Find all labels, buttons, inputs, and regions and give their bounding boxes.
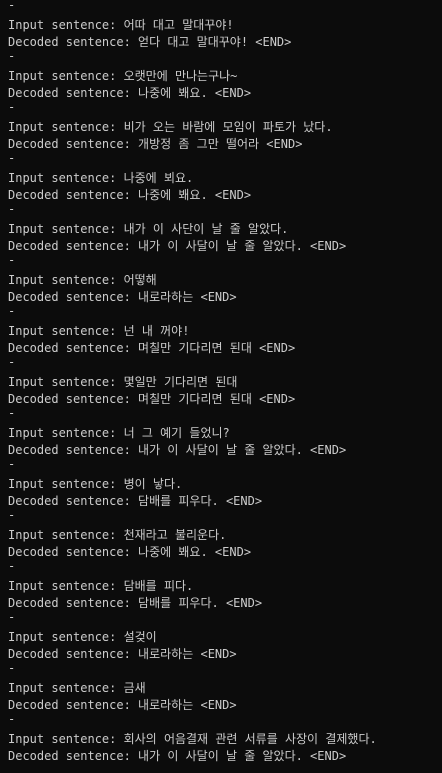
input-sentence-line: Input sentence: 담배를 피다. bbox=[8, 579, 194, 593]
input-sentence-line: Input sentence: 비가 오는 바람에 모임이 파토가 났다. bbox=[8, 120, 333, 134]
separator-line: - bbox=[8, 0, 16, 12]
decoded-sentence-line: Decoded sentence: 내로라하는 <END> bbox=[8, 647, 237, 661]
decoded-sentence-line: Decoded sentence: 담배를 피우다. <END> bbox=[8, 596, 263, 610]
terminal-output[interactable]: - Input sentence: 어따 대고 말대꾸야! Decoded sent… bbox=[0, 0, 442, 773]
separator-line: - bbox=[8, 253, 16, 267]
decoded-sentence-line: Decoded sentence: 얻다 대고 말대꾸야! <END> bbox=[8, 35, 292, 49]
input-sentence-line: Input sentence: 나중에 뵈요. bbox=[8, 171, 194, 185]
decoded-sentence-line: Decoded sentence: 내가 이 사달이 날 줄 알았다. <END… bbox=[8, 239, 347, 253]
separator-line: - bbox=[8, 49, 16, 63]
decoded-sentence-line: Decoded sentence: 며칠만 기다리면 된대 <END> bbox=[8, 392, 296, 406]
decoded-sentence-line: Decoded sentence: 내로라하는 <END> bbox=[8, 290, 237, 304]
separator-line: - bbox=[8, 100, 16, 114]
decoded-sentence-line: Decoded sentence: 내로라하는 <END> bbox=[8, 698, 237, 712]
input-sentence-line: Input sentence: 어따 대고 말대꾸야! bbox=[8, 18, 234, 32]
separator-line: - bbox=[8, 661, 16, 675]
input-sentence-line: Input sentence: 병이 낳다. bbox=[8, 477, 183, 491]
separator-line: - bbox=[8, 508, 16, 522]
separator-line: - bbox=[8, 406, 16, 420]
input-sentence-line: Input sentence: 넌 내 꺼야! bbox=[8, 324, 190, 338]
separator-line: - bbox=[8, 457, 16, 471]
input-sentence-line: Input sentence: 너 그 예기 들었니? bbox=[8, 426, 230, 440]
input-sentence-line: Input sentence: 설겆이 bbox=[8, 630, 157, 644]
decoded-sentence-line: Decoded sentence: 나중에 봬요. <END> bbox=[8, 86, 252, 100]
decoded-sentence-line: Decoded sentence: 내가 이 사달이 날 줄 알았다. <END… bbox=[8, 749, 347, 763]
input-sentence-line: Input sentence: 내가 이 사단이 날 줄 알았다. bbox=[8, 222, 289, 236]
separator-line: - bbox=[8, 610, 16, 624]
input-sentence-line: Input sentence: 회사의 어음결재 관련 서류를 사장이 결제했다… bbox=[8, 732, 377, 746]
separator-line: - bbox=[8, 202, 16, 216]
input-sentence-line: Input sentence: 천재라고 불리운다. bbox=[8, 528, 227, 542]
input-sentence-line: Input sentence: 몇일만 기다리면 된대 bbox=[8, 375, 238, 389]
separator-line: - bbox=[8, 712, 16, 726]
decoded-sentence-line: Decoded sentence: 내가 이 사달이 날 줄 알았다. <END… bbox=[8, 443, 347, 457]
separator-line: - bbox=[8, 304, 16, 318]
separator-line: - bbox=[8, 559, 16, 573]
input-sentence-line: Input sentence: 오랫만에 만나는구나~ bbox=[8, 69, 238, 83]
decoded-sentence-line: Decoded sentence: 개방정 좀 그만 떨어라 <END> bbox=[8, 137, 303, 151]
input-sentence-line: Input sentence: 어떻해 bbox=[8, 273, 157, 287]
decoded-sentence-line: Decoded sentence: 나중에 봬요. <END> bbox=[8, 188, 252, 202]
decoded-sentence-line: Decoded sentence: 나중에 봬요. <END> bbox=[8, 545, 252, 559]
separator-line: - bbox=[8, 355, 16, 369]
input-sentence-line: Input sentence: 금새 bbox=[8, 681, 146, 695]
decoded-sentence-line: Decoded sentence: 며칠만 기다리면 된대 <END> bbox=[8, 341, 296, 355]
separator-line: - bbox=[8, 151, 16, 165]
decoded-sentence-line: Decoded sentence: 담배를 피우다. <END> bbox=[8, 494, 263, 508]
